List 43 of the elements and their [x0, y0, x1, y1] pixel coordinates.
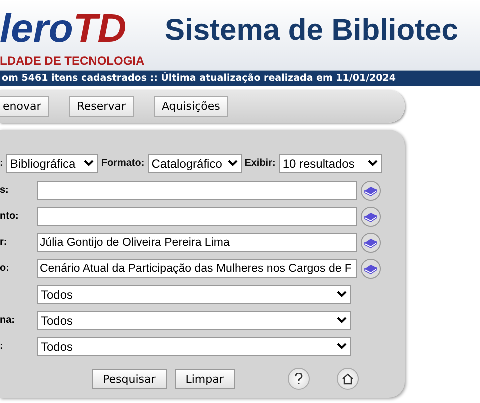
input-field[interactable]: Cenário Atual da Participação das Mulheres nos Cargos de F	[37, 259, 357, 278]
nav-button[interactable]: enovar	[0, 96, 50, 117]
caret-icon	[84, 160, 94, 167]
nav-button[interactable]: Reservar	[69, 96, 134, 117]
select-field[interactable]: 10 resultados	[278, 154, 382, 173]
filter-label: :	[0, 158, 4, 169]
field-label: s:	[0, 185, 9, 196]
select-field[interactable]: Todos	[37, 285, 351, 304]
select-field[interactable]: Catalográfico	[148, 154, 242, 173]
field-label: na:	[0, 315, 15, 326]
field-label: r:	[0, 237, 8, 248]
filter-label: Formato:	[101, 158, 145, 169]
question-icon	[294, 373, 304, 385]
book-icon[interactable]	[361, 232, 381, 252]
caret-icon	[337, 317, 347, 324]
nav-button[interactable]: Aquisições	[154, 96, 228, 117]
action-button[interactable]: Pesquisar	[92, 369, 167, 389]
field-label: o:	[0, 263, 10, 274]
input-field[interactable]: Júlia Gontijo de Oliveira Pereira Lima	[37, 233, 357, 252]
input-field[interactable]	[37, 181, 357, 200]
home-button[interactable]	[336, 368, 359, 390]
input-field[interactable]	[37, 207, 357, 226]
field-label: nto:	[0, 211, 19, 222]
status-bar: om 5461 itens cadastrados :: Última atualização realizada em 11/01/2024	[0, 70, 480, 86]
logo-text: TD	[73, 6, 127, 52]
action-button[interactable]: Limpar	[174, 369, 235, 389]
logo-text: lero	[0, 6, 74, 52]
filter-label: Exibir:	[244, 158, 276, 169]
caret-icon	[368, 160, 378, 167]
book-icon[interactable]	[361, 258, 381, 278]
caret-icon	[228, 160, 238, 167]
select-field[interactable]: Todos	[37, 337, 351, 356]
site-title: Sistema de Bibliotec	[165, 14, 458, 48]
select-field[interactable]: Todos	[37, 311, 351, 330]
help-button[interactable]	[288, 368, 310, 390]
field-label: :	[0, 341, 4, 352]
caret-icon	[337, 291, 347, 298]
home-icon	[342, 373, 354, 385]
book-icon[interactable]	[361, 180, 381, 200]
select-field[interactable]: Bibliográfica	[6, 154, 98, 173]
caret-icon	[337, 343, 347, 350]
book-icon[interactable]	[361, 206, 381, 226]
logo-subtitle: LDADE DE TECNOLOGIA	[0, 54, 145, 68]
